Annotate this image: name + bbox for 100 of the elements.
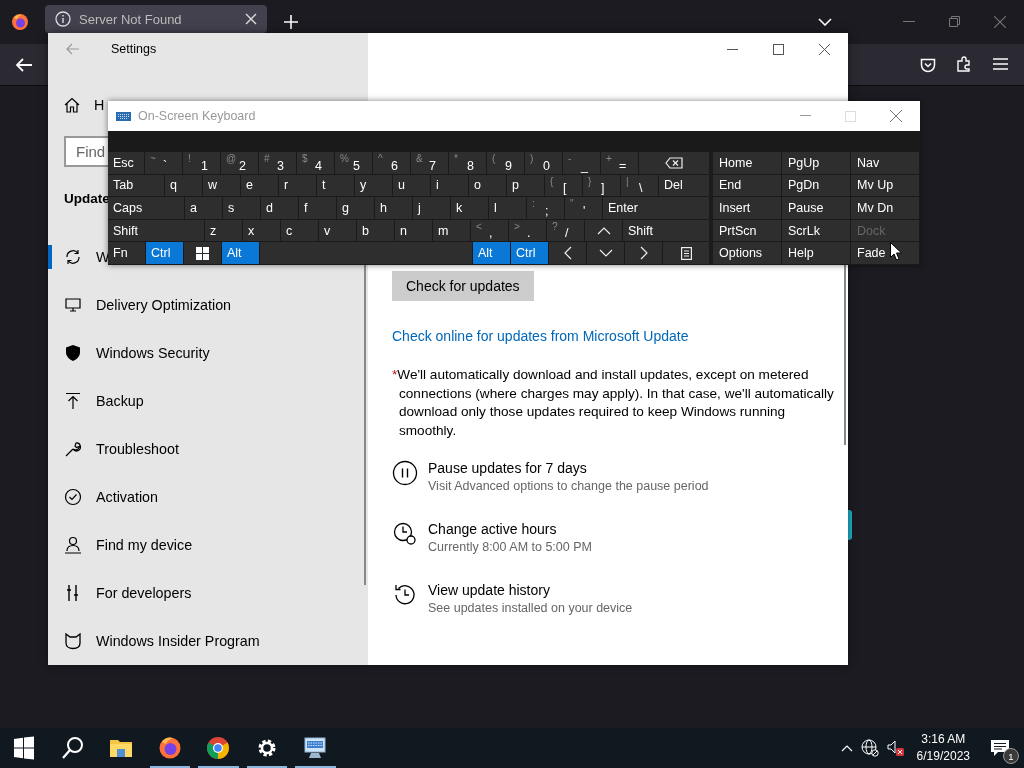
key[interactable]: Help xyxy=(782,242,851,265)
browser-tab[interactable]: Server Not Found xyxy=(45,5,267,33)
key[interactable]: l xyxy=(489,197,527,220)
speaker-muted-icon[interactable] xyxy=(886,740,905,756)
key[interactable]: ? / xyxy=(547,219,585,243)
key[interactable]: Ctrl xyxy=(146,242,184,265)
key[interactable]: m xyxy=(433,219,471,243)
key[interactable]: Alt xyxy=(222,242,260,265)
scrollbar[interactable] xyxy=(364,265,366,585)
restore-icon[interactable] xyxy=(949,16,960,27)
key[interactable]: Ctrl xyxy=(511,242,549,265)
key[interactable]: { [ xyxy=(545,174,583,198)
key[interactable] xyxy=(663,242,710,265)
pocket-icon[interactable] xyxy=(920,57,936,73)
key[interactable]: ScrLk xyxy=(782,219,851,243)
key[interactable] xyxy=(639,152,710,175)
key[interactable]: Shift xyxy=(623,219,710,243)
key[interactable]: % 5 xyxy=(335,152,373,175)
key[interactable]: x xyxy=(243,219,281,243)
clock-time[interactable]: 3:16 AM xyxy=(921,731,966,748)
online-updates-link[interactable]: Check online for updates from Microsoft Update xyxy=(392,328,689,344)
nav-item[interactable]: H xyxy=(94,97,105,114)
key[interactable]: | \ xyxy=(621,174,659,198)
key[interactable]: k xyxy=(451,197,489,220)
browser-icon[interactable] xyxy=(157,736,182,760)
key[interactable]: Alt xyxy=(473,242,511,265)
close-icon[interactable] xyxy=(994,16,1006,28)
key[interactable]: # 3 xyxy=(259,152,297,175)
key[interactable]: - _ xyxy=(563,152,601,175)
key[interactable]: i xyxy=(431,174,469,198)
key[interactable]: $ 4 xyxy=(297,152,335,175)
chevron-down-icon[interactable] xyxy=(818,18,832,26)
key[interactable]: < , xyxy=(471,219,509,243)
key[interactable]: v xyxy=(319,219,357,243)
key[interactable]: Esc xyxy=(108,152,145,175)
key[interactable]: w xyxy=(203,174,241,198)
option-title[interactable]: View update history xyxy=(428,582,633,598)
key[interactable]: > . xyxy=(509,219,547,243)
search-icon[interactable] xyxy=(60,736,85,760)
nav-item[interactable]: Troubleshoot xyxy=(96,441,179,457)
key[interactable]: j xyxy=(413,197,451,220)
key[interactable]: + = xyxy=(601,152,639,175)
scrollbar[interactable] xyxy=(844,265,846,445)
browser-icon[interactable] xyxy=(206,736,231,760)
key[interactable]: Tab xyxy=(108,174,165,198)
key[interactable]: Nav xyxy=(851,152,920,175)
key[interactable]: z xyxy=(205,219,243,243)
key[interactable]: ^ 6 xyxy=(373,152,411,175)
close-icon[interactable] xyxy=(819,44,830,55)
option-title[interactable]: Change active hours xyxy=(428,521,592,537)
key[interactable]: Fade xyxy=(851,242,920,265)
key[interactable]: } ] xyxy=(583,174,621,198)
chevron-up-icon[interactable] xyxy=(840,744,853,752)
check-updates-button[interactable]: Check for updates xyxy=(392,271,534,301)
key[interactable]: c xyxy=(281,219,319,243)
key[interactable]: e xyxy=(241,174,279,198)
key[interactable]: r xyxy=(279,174,317,198)
key[interactable]: q xyxy=(165,174,203,198)
key[interactable]: Insert xyxy=(713,197,782,220)
key[interactable]: & 7 xyxy=(411,152,449,175)
key[interactable]: o xyxy=(469,174,507,198)
key[interactable]: PgDn xyxy=(782,174,851,198)
key[interactable]: y xyxy=(355,174,393,198)
key[interactable]: Mv Up xyxy=(851,174,920,198)
key[interactable]: Options xyxy=(713,242,782,265)
nav-item[interactable]: For developers xyxy=(96,585,192,601)
key[interactable]: End xyxy=(713,174,782,198)
key[interactable]: Caps xyxy=(108,197,185,220)
key[interactable] xyxy=(184,242,222,265)
start-icon[interactable] xyxy=(12,736,37,760)
key[interactable]: @ 2 xyxy=(221,152,259,175)
key[interactable]: PgUp xyxy=(782,152,851,175)
key[interactable]: Pause xyxy=(782,197,851,220)
maximize-icon[interactable] xyxy=(773,44,784,55)
key[interactable]: Home xyxy=(713,152,782,175)
key[interactable]: Enter xyxy=(603,197,710,220)
key[interactable]: " ' xyxy=(565,197,603,220)
key[interactable]: h xyxy=(375,197,413,220)
key[interactable]: ! 1 xyxy=(183,152,221,175)
key[interactable]: ( 9 xyxy=(487,152,525,175)
close-icon[interactable] xyxy=(890,110,902,122)
key[interactable]: u xyxy=(393,174,431,198)
key[interactable]: ) 0 xyxy=(525,152,563,175)
key[interactable]: f xyxy=(299,197,337,220)
key[interactable]: n xyxy=(395,219,433,243)
keyboard-app-icon[interactable] xyxy=(303,736,328,760)
notification-icon[interactable] xyxy=(990,739,1010,757)
key[interactable]: PrtScn xyxy=(713,219,782,243)
puzzle-icon[interactable] xyxy=(956,56,972,72)
key[interactable]: Mv Dn xyxy=(851,197,920,220)
key[interactable]: b xyxy=(357,219,395,243)
key[interactable]: Fn xyxy=(108,242,146,265)
minimize-icon[interactable] xyxy=(727,48,738,51)
key[interactable]: Del xyxy=(659,174,710,198)
key[interactable]: t xyxy=(317,174,355,198)
menu-icon[interactable] xyxy=(993,58,1008,70)
nav-item[interactable]: Backup xyxy=(96,393,144,409)
key[interactable]: * 8 xyxy=(449,152,487,175)
globe-icon[interactable] xyxy=(860,739,879,757)
key[interactable]: ~ ` xyxy=(145,152,183,175)
